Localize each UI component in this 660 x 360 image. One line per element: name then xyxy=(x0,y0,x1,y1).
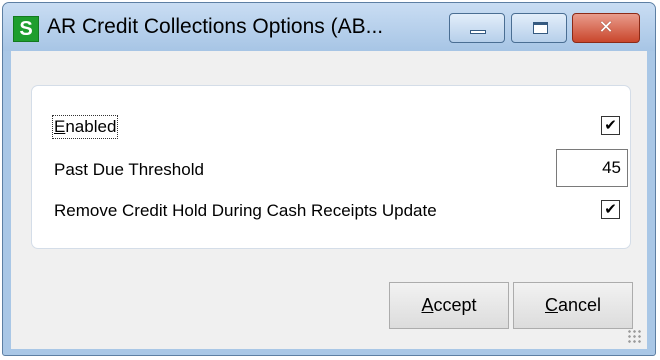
remove-credit-hold-label: Remove Credit Hold During Cash Receipts … xyxy=(54,201,437,220)
cancel-button[interactable]: Cancel xyxy=(513,282,633,329)
enabled-label[interactable]: Enabled xyxy=(51,115,119,139)
options-dialog: S AR Credit Collections Options (AB... ✕… xyxy=(2,2,656,356)
accept-button[interactable]: Accept xyxy=(389,282,509,329)
options-group: Enabled ✔ Past Due Threshold Remove Cred… xyxy=(31,85,631,249)
maximize-button[interactable] xyxy=(511,13,567,43)
cancel-label: ancel xyxy=(557,295,602,315)
minimize-button[interactable] xyxy=(449,13,505,43)
maximize-icon xyxy=(533,22,548,34)
minimize-icon xyxy=(470,30,486,34)
past-due-threshold-label: Past Due Threshold xyxy=(54,160,204,179)
close-button[interactable]: ✕ xyxy=(572,13,640,43)
enabled-mnemonic: E xyxy=(54,117,66,136)
sage-app-icon: S xyxy=(13,16,39,42)
close-icon: ✕ xyxy=(598,17,614,38)
resize-grip-icon[interactable] xyxy=(627,329,641,343)
dialog-body: Enabled ✔ Past Due Threshold Remove Cred… xyxy=(11,51,647,349)
remove-credit-hold-checkbox[interactable]: ✔ xyxy=(601,200,620,219)
title-bar[interactable]: S AR Credit Collections Options (AB... ✕ xyxy=(3,3,655,51)
accept-mnemonic: A xyxy=(421,295,434,315)
accept-label: ccept xyxy=(433,295,477,315)
cancel-mnemonic: C xyxy=(544,295,558,315)
past-due-threshold-input[interactable] xyxy=(556,149,628,187)
enabled-label-text: nabled xyxy=(65,117,117,136)
enabled-checkbox[interactable]: ✔ xyxy=(601,116,620,135)
window-title: AR Credit Collections Options (AB... xyxy=(47,15,384,38)
